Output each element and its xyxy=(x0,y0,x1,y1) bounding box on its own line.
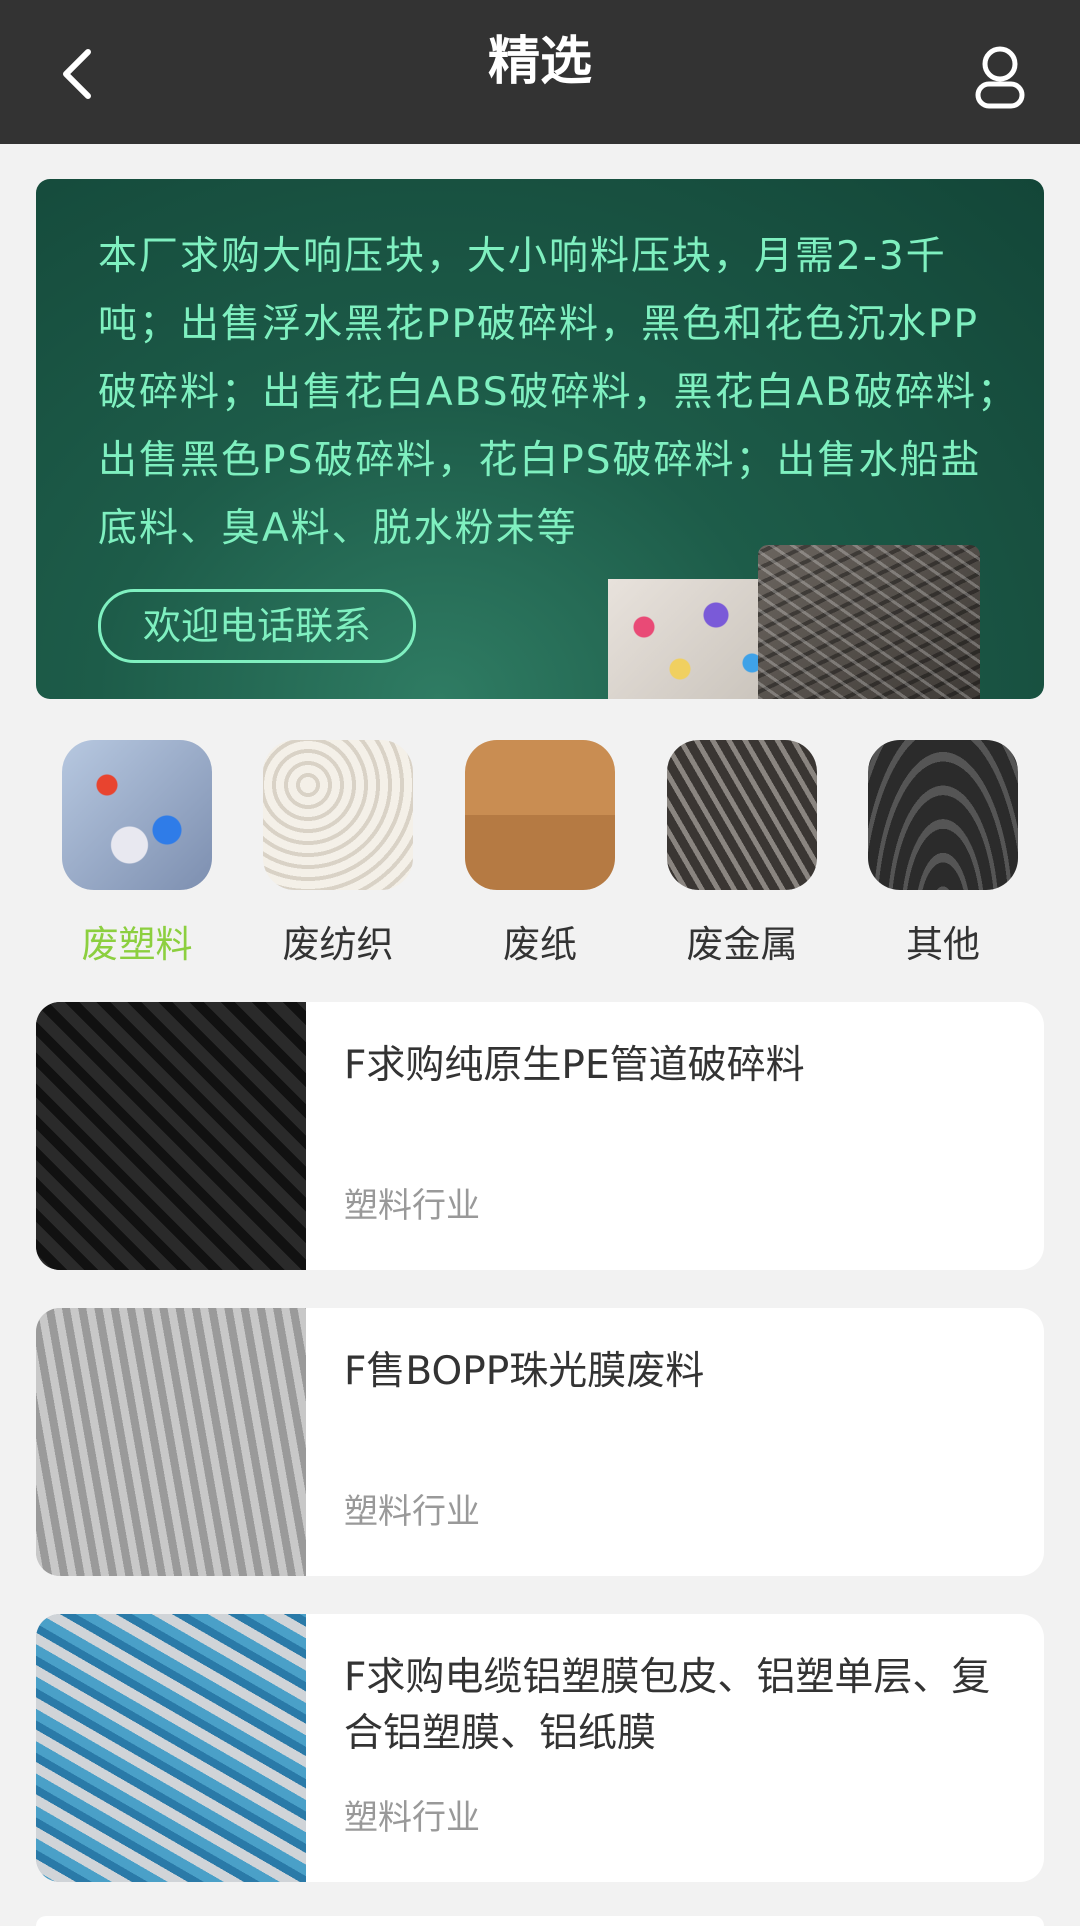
listing-tag: 塑料行业 xyxy=(344,1186,480,1226)
category-textile[interactable]: 废纺织 xyxy=(263,740,413,968)
category-row: 废塑料 废纺织 废纸 废金属 其他 xyxy=(0,740,1080,970)
category-label: 其他 xyxy=(906,923,980,966)
page-title: 精选 xyxy=(487,32,592,92)
banner-image-scrap-pile xyxy=(758,545,980,699)
category-paper-image xyxy=(465,740,615,890)
category-plastic-image xyxy=(62,740,212,890)
category-paper[interactable]: 废纸 xyxy=(465,740,615,968)
category-label: 废塑料 xyxy=(81,923,193,966)
listing-image xyxy=(36,1614,306,1882)
list-item[interactable]: F求购纯原生PE管道破碎料 塑料行业 xyxy=(36,1002,1044,1270)
listing-title: F售BOPP珠光膜废料 xyxy=(344,1349,705,1394)
category-label: 废纸 xyxy=(503,923,577,966)
category-plastic[interactable]: 废塑料 xyxy=(62,740,212,968)
listing-tag: 塑料行业 xyxy=(344,1492,480,1532)
list-item[interactable]: F求购电缆铝塑膜包皮、铝塑单层、复合铝塑膜、铝纸膜 塑料行业 xyxy=(36,1614,1044,1882)
listing-title: F求购纯原生PE管道破碎料 xyxy=(344,1043,805,1088)
contact-button[interactable]: 欢迎电话联系 xyxy=(98,589,416,663)
next-list-item-peek xyxy=(36,1916,1044,1926)
category-other-image xyxy=(868,740,1018,890)
category-other[interactable]: 其他 xyxy=(868,740,1018,968)
listing-list: F求购纯原生PE管道破碎料 塑料行业 F售BOPP珠光膜废料 塑料行业 F求购电… xyxy=(36,1002,1044,1920)
category-label: 废纺织 xyxy=(282,923,394,966)
user-button[interactable] xyxy=(942,20,1042,120)
listing-image xyxy=(36,1002,306,1270)
top-bar: 精选 xyxy=(0,0,1080,144)
banner-text: 本厂求购大响压块，大小响料压块，月需2-3千吨；出售浮水黑花PP破碎料，黑色和花… xyxy=(98,234,1018,551)
category-metal-image xyxy=(667,740,817,890)
category-metal[interactable]: 废金属 xyxy=(667,740,817,968)
list-item[interactable]: F售BOPP珠光膜废料 塑料行业 xyxy=(36,1308,1044,1576)
listing-image xyxy=(36,1308,306,1576)
listing-title: F求购电缆铝塑膜包皮、铝塑单层、复合铝塑膜、铝纸膜 xyxy=(344,1655,991,1756)
promo-banner[interactable]: 本厂求购大响压块，大小响料压块，月需2-3千吨；出售浮水黑花PP破碎料，黑色和花… xyxy=(36,179,1044,699)
category-textile-image xyxy=(263,740,413,890)
user-icon xyxy=(975,46,1025,109)
listing-tag: 塑料行业 xyxy=(344,1798,480,1838)
category-label: 废金属 xyxy=(686,923,798,966)
